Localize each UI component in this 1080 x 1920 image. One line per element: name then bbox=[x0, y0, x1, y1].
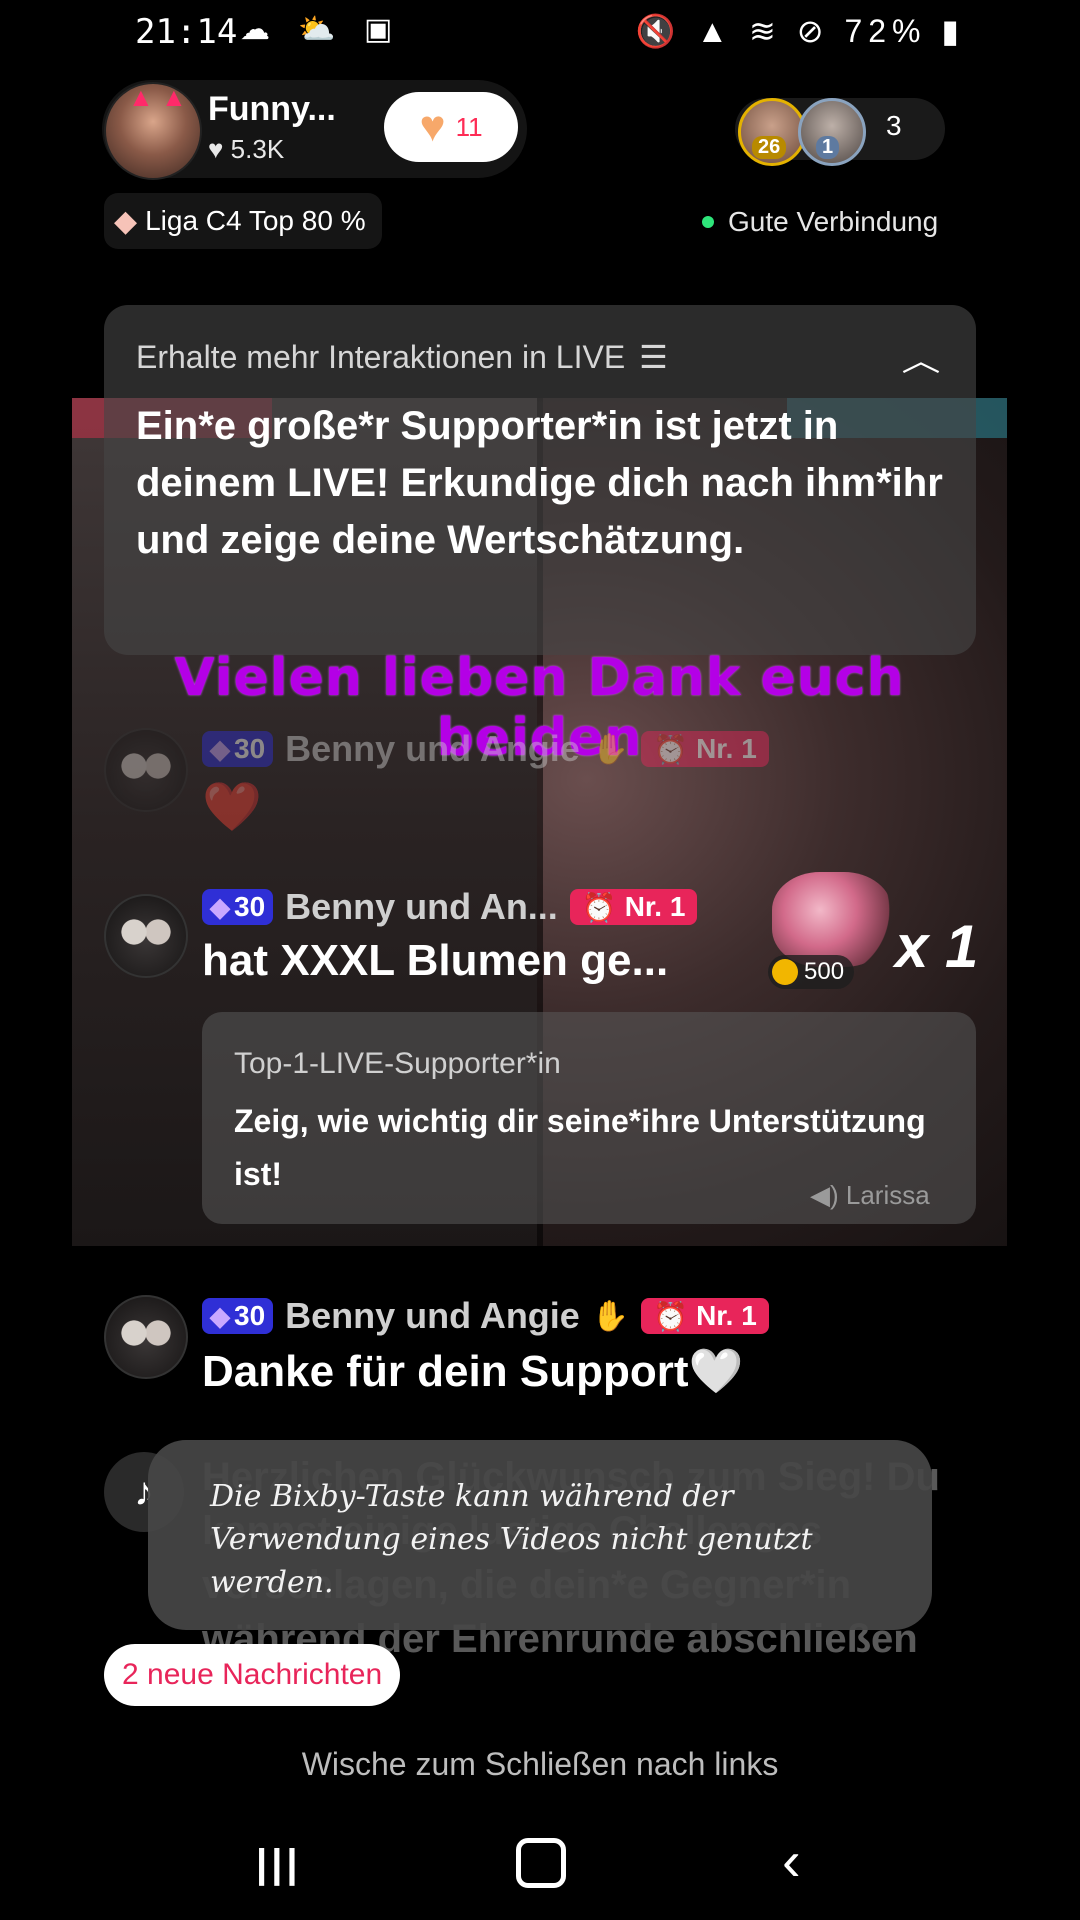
commenter-name[interactable]: Benny und An... bbox=[285, 886, 558, 928]
voice-name: Larissa bbox=[845, 1180, 930, 1210]
level-badge: ◆ 30 bbox=[202, 889, 274, 925]
clock-icon: ⏰ bbox=[653, 1300, 689, 1332]
status-time: 21:14 bbox=[135, 12, 238, 52]
league-pill[interactable]: ◆ Liga C4 Top 80 % bbox=[104, 193, 382, 249]
back-icon[interactable]: ‹ bbox=[782, 1828, 801, 1893]
level-value: 30 bbox=[234, 1300, 266, 1331]
commenter-avatar[interactable] bbox=[104, 894, 188, 978]
speaker-icon: ◀) bbox=[810, 1180, 839, 1210]
comment-text: Danke für dein Support🤍 bbox=[202, 1347, 744, 1396]
host-likes: ♥ 5.3K bbox=[208, 134, 284, 165]
rank-badge: ⏰ Nr. 1 bbox=[641, 1298, 769, 1334]
diamond-icon: ◆ bbox=[210, 733, 230, 764]
status-bar: 21:14 ☁ ⛅ ▣ 🔇 ▲ ≋ ⊘ 72% ▮ bbox=[0, 8, 1080, 64]
heart-icon: ♥ bbox=[208, 134, 224, 164]
voice-label: ◀) Larissa bbox=[810, 1180, 930, 1211]
host-likes-count: 5.3K bbox=[230, 134, 285, 164]
supporter-card-title: Top-1-LIVE-Supporter*in bbox=[234, 1047, 561, 1080]
toast-message: Die Bixby-Taste kann während der Verwend… bbox=[210, 1479, 813, 1600]
interaction-card-title: Erhalte mehr Interaktionen in LIVE bbox=[136, 338, 626, 375]
commenter-name[interactable]: Benny und Angie bbox=[285, 1295, 580, 1337]
orange-heart-icon: ♥ bbox=[419, 102, 446, 151]
gift-message: hat XXXL Blumen ge... bbox=[202, 936, 669, 985]
status-system-icons-glyphs: 🔇 ▲ ≋ ⊘ bbox=[635, 13, 830, 49]
level-badge: ◆ 30 bbox=[202, 1298, 274, 1334]
rank-badge: ⏰ Nr. 1 bbox=[569, 889, 698, 925]
coin-icon bbox=[772, 959, 798, 985]
swipe-hint: Wische zum Schließen nach links bbox=[301, 1746, 779, 1782]
battery-icon: ▮ bbox=[941, 13, 965, 49]
commenter-avatar[interactable] bbox=[104, 1295, 188, 1379]
gift-coin-amount: 500 bbox=[804, 958, 845, 985]
commenter-avatar[interactable] bbox=[104, 728, 188, 812]
comment-header: ◆ 30 Benny und Angie ✋ ⏰ Nr. 1 bbox=[202, 728, 769, 770]
diamond-icon: ◆ bbox=[210, 1300, 230, 1331]
follow-heart-count: 11 bbox=[455, 111, 483, 142]
viewer-rank-badge-1: 26 bbox=[752, 136, 787, 159]
comment-header: ◆ 30 Benny und An... ⏰ Nr. 1 bbox=[202, 886, 698, 928]
gift-coin-value: 500 bbox=[768, 955, 855, 989]
battery-level: 72% bbox=[844, 13, 927, 49]
follow-heart-button[interactable]: ♥ 11 bbox=[384, 92, 518, 162]
clock-icon: ⏰ bbox=[581, 891, 617, 923]
settings-sliders-icon[interactable]: ☰ bbox=[639, 338, 668, 376]
diamond-icon: ◆ bbox=[210, 891, 230, 922]
interaction-card-header[interactable]: Erhalte mehr Interaktionen in LIVE ☰ bbox=[136, 338, 668, 376]
rank-badge: ⏰ Nr. 1 bbox=[641, 731, 769, 767]
diamond-icon: ◆ bbox=[114, 204, 138, 238]
waving-hand-icon: ✋ bbox=[591, 732, 630, 766]
level-badge: ◆ 30 bbox=[202, 731, 274, 767]
rank-label: Nr. 1 bbox=[624, 891, 686, 922]
devil-horns-icon: ▲ ▲ bbox=[128, 82, 187, 112]
flower-bouquet-gift-icon bbox=[772, 872, 892, 967]
comment-header: ◆ 30 Benny und Angie ✋ ⏰ Nr. 1 bbox=[202, 1295, 769, 1337]
host-name[interactable]: Funny... bbox=[208, 90, 336, 129]
gift-multiplier: x 1 bbox=[895, 913, 979, 980]
clock-icon: ⏰ bbox=[653, 733, 689, 765]
level-value: 30 bbox=[234, 891, 266, 922]
new-messages-button[interactable]: 2 neue Nachrichten bbox=[104, 1644, 401, 1706]
waving-hand-icon: ✋ bbox=[591, 1299, 630, 1333]
league-label: Liga C4 Top 80 % bbox=[145, 205, 366, 236]
viewer-count[interactable]: 3 bbox=[886, 110, 902, 142]
viewer-rank-badge-2: 1 bbox=[816, 136, 840, 159]
home-icon[interactable] bbox=[516, 1838, 566, 1888]
comment-text: ❤️ bbox=[202, 781, 262, 834]
status-notification-icons: ☁ ⛅ ▣ bbox=[240, 13, 403, 46]
commenter-name[interactable]: Benny und Angie bbox=[285, 728, 580, 770]
chevron-up-icon[interactable]: ︿ bbox=[902, 336, 941, 380]
recent-apps-icon[interactable]: ||| bbox=[256, 1842, 302, 1887]
connection-label: Gute Verbindung bbox=[728, 206, 939, 237]
level-value: 30 bbox=[234, 733, 266, 764]
rank-label: Nr. 1 bbox=[696, 733, 757, 764]
interaction-card-body: Ein*e große*r Supporter*in ist jetzt in … bbox=[136, 404, 943, 562]
rank-label: Nr. 1 bbox=[696, 1300, 757, 1331]
status-system-icons: 🔇 ▲ ≋ ⊘ 72% ▮ bbox=[636, 12, 965, 50]
connection-dot-icon bbox=[702, 216, 714, 228]
connection-status: Gute Verbindung bbox=[702, 206, 938, 238]
